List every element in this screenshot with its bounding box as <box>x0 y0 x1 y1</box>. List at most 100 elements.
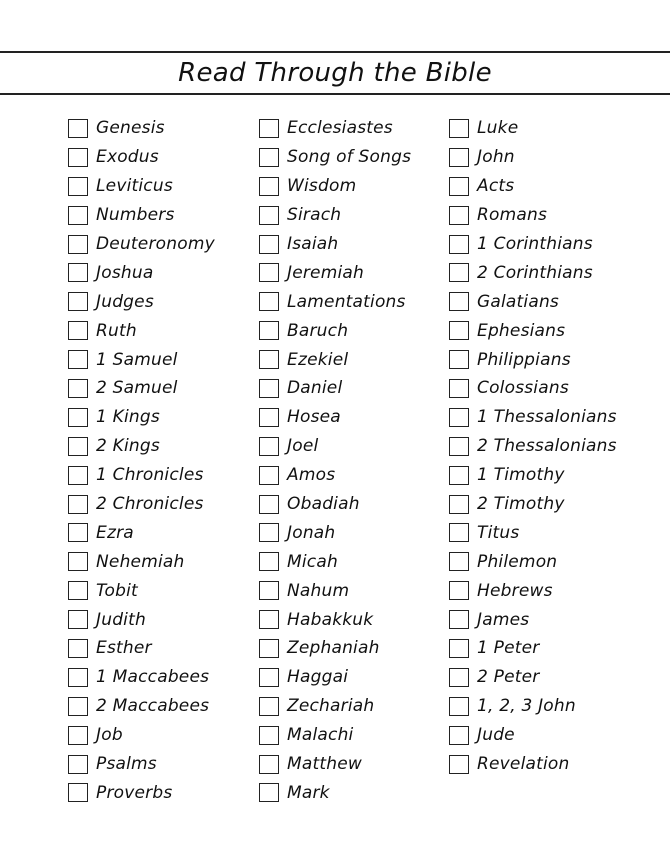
checkbox[interactable] <box>259 263 279 283</box>
checklist-item[interactable]: 1 Samuel <box>68 345 215 374</box>
checklist-item[interactable]: 2 Chronicles <box>68 490 215 519</box>
checkbox[interactable] <box>68 494 88 514</box>
checkbox[interactable] <box>449 176 469 196</box>
checkbox[interactable] <box>68 118 88 138</box>
checklist-item[interactable]: Baruch <box>259 316 411 345</box>
checkbox[interactable] <box>68 523 88 543</box>
checklist-item[interactable]: Proverbs <box>68 778 215 807</box>
checkbox[interactable] <box>68 321 88 341</box>
checkbox[interactable] <box>68 725 88 745</box>
checkbox[interactable] <box>259 638 279 658</box>
checklist-item[interactable]: 2 Peter <box>449 663 617 692</box>
checklist-item[interactable]: 1, 2, 3 John <box>449 692 617 721</box>
checklist-item[interactable]: Daniel <box>259 374 411 403</box>
checklist-item[interactable]: Nahum <box>259 576 411 605</box>
checkbox[interactable] <box>449 263 469 283</box>
checkbox[interactable] <box>259 465 279 485</box>
checkbox[interactable] <box>68 783 88 803</box>
checklist-item[interactable]: Nehemiah <box>68 547 215 576</box>
checkbox[interactable] <box>259 754 279 774</box>
checklist-item[interactable]: Genesis <box>68 114 215 143</box>
checkbox[interactable] <box>449 696 469 716</box>
checkbox[interactable] <box>259 552 279 572</box>
checklist-item[interactable]: Micah <box>259 547 411 576</box>
checklist-item[interactable]: Ephesians <box>449 316 617 345</box>
checkbox[interactable] <box>449 147 469 167</box>
checkbox[interactable] <box>68 234 88 254</box>
checkbox[interactable] <box>449 234 469 254</box>
checklist-item[interactable]: 1 Thessalonians <box>449 403 617 432</box>
checklist-item[interactable]: Colossians <box>449 374 617 403</box>
checkbox[interactable] <box>449 436 469 456</box>
checklist-item[interactable]: Deuteronomy <box>68 230 215 259</box>
checklist-item[interactable]: Numbers <box>68 201 215 230</box>
checklist-item[interactable]: 1 Kings <box>68 403 215 432</box>
checklist-item[interactable]: Galatians <box>449 287 617 316</box>
checklist-item[interactable]: Revelation <box>449 750 617 779</box>
checkbox[interactable] <box>68 176 88 196</box>
checklist-item[interactable]: Obadiah <box>259 490 411 519</box>
checkbox[interactable] <box>449 292 469 312</box>
checklist-item[interactable]: Joel <box>259 432 411 461</box>
checkbox[interactable] <box>449 321 469 341</box>
checkbox[interactable] <box>68 754 88 774</box>
checkbox[interactable] <box>259 147 279 167</box>
checkbox[interactable] <box>259 696 279 716</box>
checkbox[interactable] <box>68 667 88 687</box>
checklist-item[interactable]: Philippians <box>449 345 617 374</box>
checklist-item[interactable]: Hebrews <box>449 576 617 605</box>
checkbox[interactable] <box>68 552 88 572</box>
checkbox[interactable] <box>68 350 88 370</box>
checklist-item[interactable]: Jonah <box>259 518 411 547</box>
checkbox[interactable] <box>259 407 279 427</box>
checklist-item[interactable]: Sirach <box>259 201 411 230</box>
checklist-item[interactable]: Exodus <box>68 143 215 172</box>
checklist-item[interactable]: Ezekiel <box>259 345 411 374</box>
checkbox[interactable] <box>68 696 88 716</box>
checklist-item[interactable]: Lamentations <box>259 287 411 316</box>
checklist-item[interactable]: 2 Samuel <box>68 374 215 403</box>
checklist-item[interactable]: Philemon <box>449 547 617 576</box>
checkbox[interactable] <box>449 494 469 514</box>
checklist-item[interactable]: Mark <box>259 778 411 807</box>
checklist-item[interactable]: Joshua <box>68 258 215 287</box>
checklist-item[interactable]: 1 Maccabees <box>68 663 215 692</box>
checklist-item[interactable]: Judges <box>68 287 215 316</box>
checkbox[interactable] <box>259 494 279 514</box>
checkbox[interactable] <box>449 667 469 687</box>
checkbox[interactable] <box>449 610 469 630</box>
checklist-item[interactable]: Jude <box>449 721 617 750</box>
checkbox[interactable] <box>449 725 469 745</box>
checklist-item[interactable]: Song of Songs <box>259 143 411 172</box>
checkbox[interactable] <box>259 783 279 803</box>
checkbox[interactable] <box>449 754 469 774</box>
checklist-item[interactable]: Job <box>68 721 215 750</box>
checklist-item[interactable]: Jeremiah <box>259 258 411 287</box>
checkbox[interactable] <box>259 234 279 254</box>
checklist-item[interactable]: Wisdom <box>259 172 411 201</box>
checkbox[interactable] <box>259 176 279 196</box>
checkbox[interactable] <box>259 321 279 341</box>
checkbox[interactable] <box>68 407 88 427</box>
checkbox[interactable] <box>259 350 279 370</box>
checkbox[interactable] <box>449 118 469 138</box>
checkbox[interactable] <box>449 205 469 225</box>
checklist-item[interactable]: Acts <box>449 172 617 201</box>
checklist-item[interactable]: Ezra <box>68 518 215 547</box>
checklist-item[interactable]: John <box>449 143 617 172</box>
checkbox[interactable] <box>68 205 88 225</box>
checkbox[interactable] <box>259 378 279 398</box>
checkbox[interactable] <box>449 581 469 601</box>
checklist-item[interactable]: Malachi <box>259 721 411 750</box>
checklist-item[interactable]: Ruth <box>68 316 215 345</box>
checklist-item[interactable]: James <box>449 605 617 634</box>
checklist-item[interactable]: Titus <box>449 518 617 547</box>
checklist-item[interactable]: Haggai <box>259 663 411 692</box>
checkbox[interactable] <box>68 581 88 601</box>
checkbox[interactable] <box>449 378 469 398</box>
checklist-item[interactable]: 1 Timothy <box>449 461 617 490</box>
checkbox[interactable] <box>449 465 469 485</box>
checkbox[interactable] <box>259 610 279 630</box>
checkbox[interactable] <box>259 523 279 543</box>
checklist-item[interactable]: Habakkuk <box>259 605 411 634</box>
